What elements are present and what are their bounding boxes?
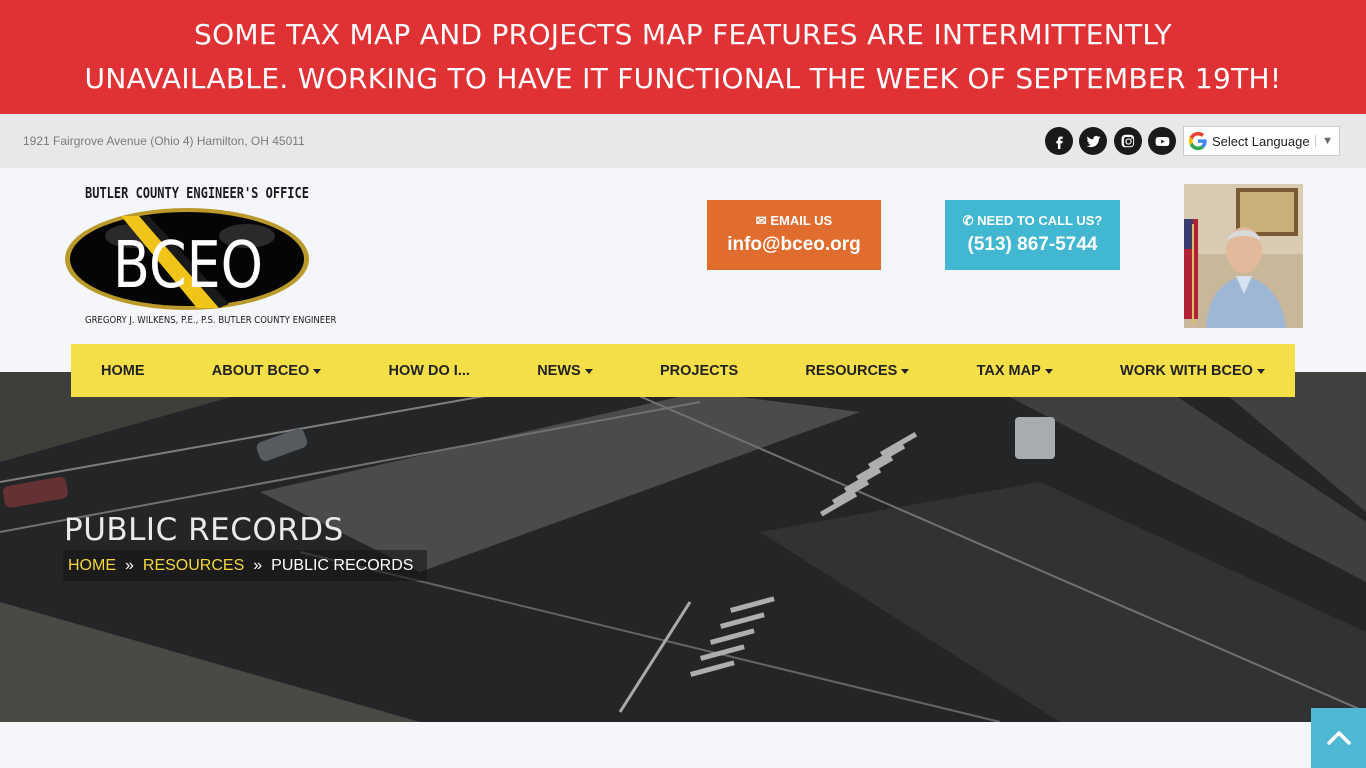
nav-about-bceo[interactable]: ABOUT BCEO bbox=[212, 363, 322, 379]
email-cta-label: ✉ EMAIL US bbox=[755, 213, 833, 228]
chevron-up-icon bbox=[1326, 731, 1351, 745]
nav-tax-map[interactable]: TAX MAP bbox=[977, 363, 1053, 379]
twitter-icon[interactable] bbox=[1079, 127, 1107, 155]
chevron-down-icon: ▼ bbox=[1315, 135, 1339, 147]
caret-down-icon bbox=[313, 368, 322, 374]
language-select[interactable]: Select Language ▼ bbox=[1183, 126, 1340, 156]
email-cta-button[interactable]: ✉ EMAIL US info@bceo.org bbox=[707, 200, 881, 270]
caret-down-icon bbox=[1044, 368, 1053, 374]
nav-resources[interactable]: RESOURCES bbox=[805, 363, 910, 379]
alert-line-1: SOME TAX MAP AND PROJECTS MAP FEATURES A… bbox=[194, 18, 1172, 51]
call-cta-label: ✆ NEED TO CALL US? bbox=[962, 213, 1103, 228]
nav-projects[interactable]: PROJECTS bbox=[660, 363, 738, 379]
breadcrumb-home-link[interactable]: HOME bbox=[68, 557, 116, 575]
facebook-icon[interactable] bbox=[1045, 127, 1073, 155]
address-text: 1921 Fairgrove Avenue (Ohio 4) Hamilton,… bbox=[23, 134, 305, 148]
site-header: BUTLER COUNTY ENGINEER'S OFFICE BCEO GRE… bbox=[0, 168, 1366, 372]
youtube-icon[interactable] bbox=[1148, 127, 1176, 155]
language-label: Select Language bbox=[1212, 133, 1310, 149]
caret-down-icon bbox=[1256, 368, 1265, 374]
nav-how-do-i[interactable]: HOW DO I... bbox=[389, 363, 470, 379]
instagram-icon[interactable] bbox=[1114, 127, 1142, 155]
alert-banner: SOME TAX MAP AND PROJECTS MAP FEATURES A… bbox=[0, 0, 1366, 114]
page-title: PUBLIC RECORDS bbox=[64, 512, 344, 548]
top-utility-bar: 1921 Fairgrove Avenue (Ohio 4) Hamilton,… bbox=[0, 114, 1366, 168]
envelope-icon: ✉ bbox=[755, 213, 767, 228]
breadcrumb-current: PUBLIC RECORDS bbox=[271, 556, 414, 574]
call-cta-button[interactable]: ✆ NEED TO CALL US? (513) 867-5744 bbox=[945, 200, 1120, 270]
main-navigation: HOME ABOUT BCEO HOW DO I... NEWS PROJECT… bbox=[71, 344, 1295, 397]
caret-down-icon bbox=[901, 368, 910, 374]
breadcrumb-resources-link[interactable]: RESOURCES bbox=[143, 557, 244, 575]
nav-news[interactable]: NEWS bbox=[537, 363, 593, 379]
google-icon bbox=[1188, 131, 1207, 151]
nav-work-with-bceo[interactable]: WORK WITH BCEO bbox=[1120, 363, 1265, 379]
scroll-to-top-button[interactable] bbox=[1311, 708, 1366, 768]
logo-bottom-text: GREGORY J. WILKENS, P.E., P.S. BUTLER CO… bbox=[85, 315, 337, 326]
email-address: info@bceo.org bbox=[727, 234, 861, 255]
logo-lettering: BCEO bbox=[113, 229, 263, 303]
engineer-portrait bbox=[1184, 184, 1303, 328]
caret-down-icon bbox=[584, 368, 593, 374]
nav-home[interactable]: HOME bbox=[101, 363, 145, 379]
phone-number: (513) 867-5744 bbox=[967, 234, 1098, 255]
breadcrumb-separator: » bbox=[253, 556, 263, 574]
alert-line-2: UNAVAILABLE. WORKING TO HAVE IT FUNCTION… bbox=[84, 62, 1282, 95]
logo-main-text: BCEO bbox=[113, 229, 263, 303]
phone-icon: ✆ bbox=[962, 213, 974, 228]
breadcrumb: HOME » RESOURCES » PUBLIC RECORDS bbox=[63, 550, 428, 581]
breadcrumb-separator: » bbox=[125, 556, 134, 574]
site-logo[interactable]: BUTLER COUNTY ENGINEER'S OFFICE BCEO GRE… bbox=[63, 184, 336, 330]
